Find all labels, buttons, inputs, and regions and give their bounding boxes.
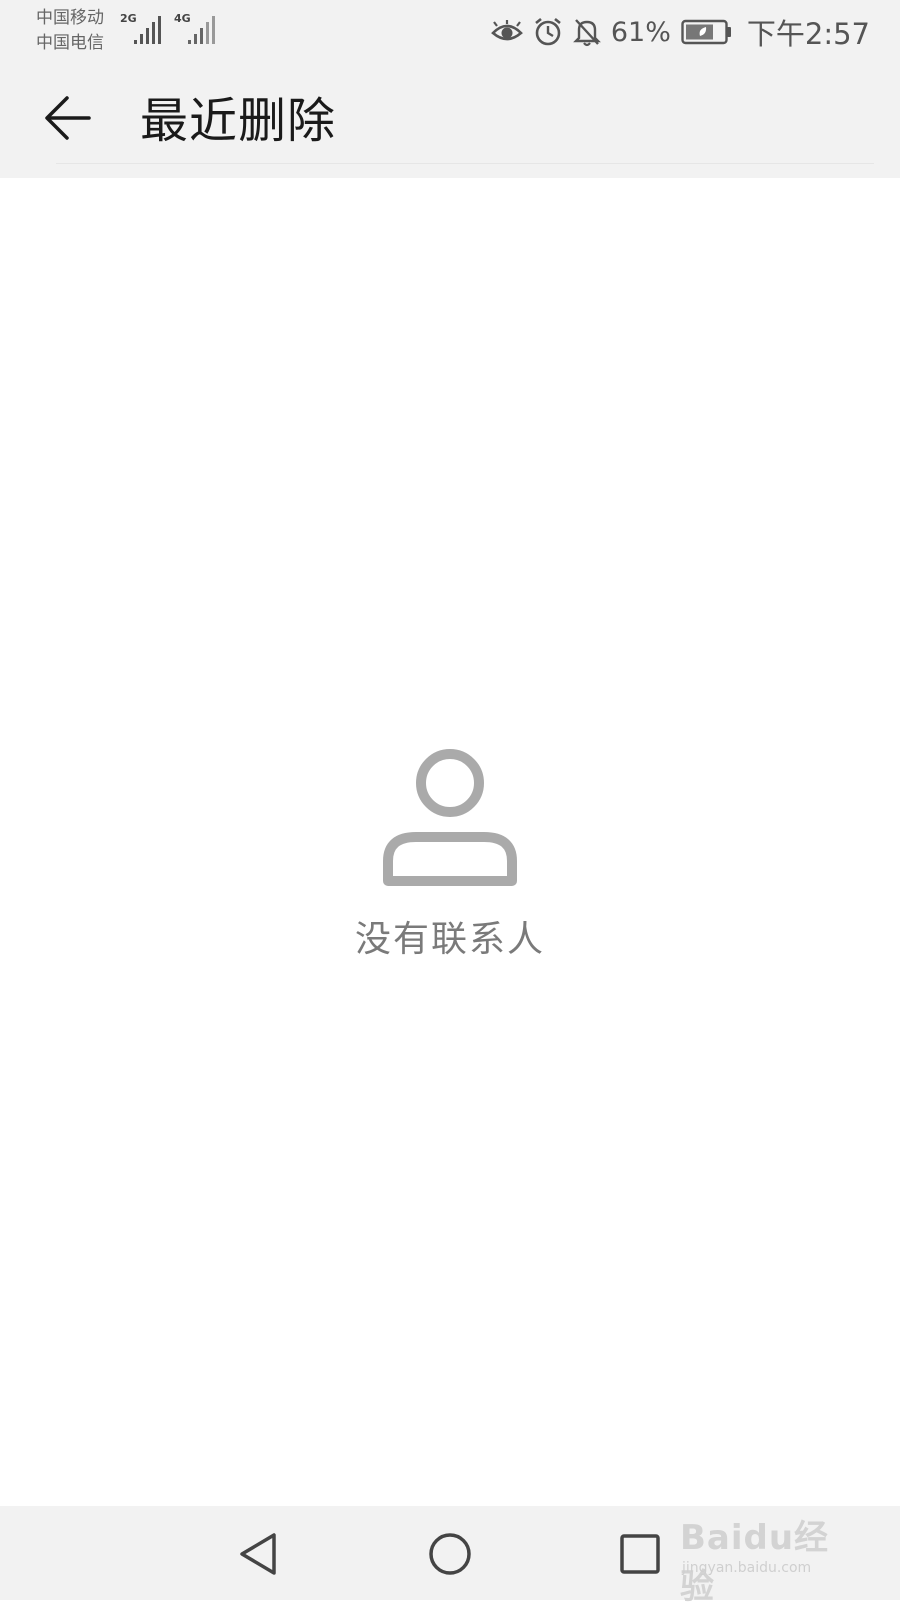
carrier-info: 中国移动 中国电信: [36, 6, 104, 56]
battery-icon: [681, 19, 733, 45]
carrier-2: 中国电信: [36, 33, 104, 53]
status-bar: 中国移动 中国电信 2G 4G 61% 下午2:57: [0, 0, 900, 62]
signal-bars-icon: [188, 16, 215, 44]
alarm-icon: [533, 17, 563, 47]
empty-state: 没有联系人: [0, 748, 900, 962]
empty-message: 没有联系人: [354, 919, 545, 960]
signal-bars-icon: [134, 16, 161, 44]
nav-recents-button[interactable]: [612, 1526, 668, 1582]
circle-home-icon: [429, 1533, 471, 1575]
app-bar-divider: [56, 163, 874, 164]
baidu-watermark: Baidu经验 jingyan.baidu.com: [680, 1500, 860, 1607]
signal-1: 2G: [120, 12, 166, 46]
square-recents-icon: [620, 1534, 660, 1574]
signal-2: 4G: [174, 12, 220, 46]
nav-back-button[interactable]: [230, 1526, 286, 1582]
carrier-1: 中国移动: [36, 8, 104, 28]
triangle-back-icon: [240, 1533, 276, 1575]
content-area: 没有联系人: [0, 178, 900, 1506]
battery-percent: 61%: [610, 16, 671, 48]
watermark-url: jingyan.baidu.com: [682, 1560, 812, 1576]
mute-bell-icon: [572, 17, 601, 47]
person-icon: [383, 749, 517, 886]
status-right: 61% 下午2:57: [490, 12, 870, 52]
page-title: 最近删除: [140, 93, 337, 149]
clock: 下午2:57: [746, 17, 870, 51]
watermark-logo: Baidu经验: [680, 1518, 830, 1607]
arrow-left-icon: [45, 96, 91, 140]
nav-home-button[interactable]: [422, 1526, 478, 1582]
app-bar: 最近删除: [0, 62, 900, 178]
back-button[interactable]: [34, 84, 102, 152]
eye-icon: [490, 20, 523, 44]
